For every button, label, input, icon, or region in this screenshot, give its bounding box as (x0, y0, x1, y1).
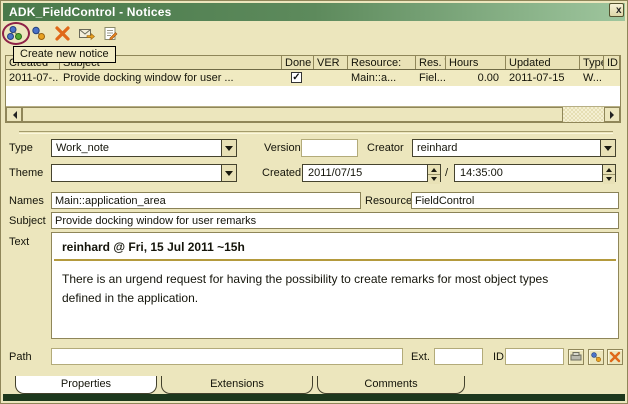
created-date-spinner[interactable]: 2011/07/15 (302, 164, 441, 182)
row-cell-ver (314, 70, 348, 86)
arrow-left-icon (9, 111, 17, 119)
column-header-type[interactable]: Type (580, 56, 604, 69)
version-label: Version (264, 139, 301, 157)
arrow-right-icon (610, 111, 618, 119)
tab-extensions[interactable]: Extensions (161, 376, 313, 394)
type-label: Type (9, 139, 33, 157)
row-cell-created: 2011-07-... (6, 70, 60, 86)
created-label: Created (262, 164, 301, 182)
theme-label: Theme (9, 164, 43, 182)
scrollbar-track[interactable] (563, 107, 604, 122)
row-cell-subject: Provide docking window for user ... (60, 70, 282, 86)
delete-notice-icon (54, 25, 71, 42)
path-clear-button[interactable] (607, 349, 623, 365)
row-cell-updated: 2011-07-15 (506, 70, 580, 86)
title-bar: ADK_FieldControl - Notices (3, 3, 625, 21)
tooltip: Create new notice (13, 46, 116, 63)
delete-notice-button[interactable] (53, 24, 71, 42)
created-time-value: 14:35:00 (455, 167, 602, 179)
new-notice-button[interactable] (5, 24, 23, 42)
link-notice-icon (30, 25, 47, 42)
link-notice-icon (590, 351, 602, 363)
link-notice-button[interactable] (29, 24, 47, 42)
resource-field[interactable] (411, 192, 619, 209)
resource-label: Resource (365, 192, 412, 210)
scroll-right-button[interactable] (604, 107, 620, 122)
spin-up-icon[interactable] (603, 165, 615, 175)
date-time-separator: / (445, 164, 448, 182)
notices-window: ADK_FieldControl - Notices x (0, 0, 628, 404)
open-icon (570, 351, 582, 363)
path-field[interactable] (51, 348, 403, 365)
names-label: Names (9, 192, 44, 210)
created-time-spinner[interactable]: 14:35:00 (454, 164, 616, 182)
mail-notice-icon (78, 25, 95, 42)
path-link-notice-button[interactable] (588, 349, 604, 365)
text-editor[interactable]: reinhard @ Fri, 15 Jul 2011 ~15h There i… (51, 232, 619, 339)
mail-notice-button[interactable] (77, 24, 95, 42)
chevron-down-icon[interactable] (600, 140, 615, 156)
column-header-ver[interactable]: VER (314, 56, 348, 69)
spin-up-icon[interactable] (428, 165, 440, 175)
column-header-updated[interactable]: Updated (506, 56, 580, 69)
version-field[interactable] (301, 139, 358, 157)
new-notice-icon (6, 25, 23, 42)
row-cell-type: W... (580, 70, 604, 86)
delete-icon (609, 351, 621, 363)
theme-combobox[interactable] (51, 164, 237, 182)
chevron-down-icon[interactable] (221, 140, 236, 156)
ext-label: Ext. (411, 348, 430, 366)
creator-label: Creator (367, 139, 404, 157)
creator-value: reinhard (413, 142, 600, 154)
edit-notice-icon (102, 25, 119, 42)
edit-notice-button[interactable] (101, 24, 119, 42)
table-row[interactable]: 2011-07-...Provide docking window for us… (6, 70, 620, 86)
path-label: Path (9, 348, 32, 366)
spin-down-icon[interactable] (428, 175, 440, 184)
names-field[interactable] (51, 192, 361, 209)
ext-field[interactable] (434, 348, 483, 365)
text-label: Text (9, 233, 29, 251)
scrollbar-thumb[interactable] (22, 107, 563, 122)
column-header-done[interactable]: Done (282, 56, 314, 69)
tab-properties[interactable]: Properties (15, 376, 157, 394)
close-button[interactable]: x (609, 3, 624, 17)
id-label: ID (493, 348, 504, 366)
row-cell-resources: Main::a... (348, 70, 416, 86)
type-combobox[interactable]: Work_note (51, 139, 237, 157)
subject-label: Subject (9, 212, 46, 230)
type-value: Work_note (52, 142, 221, 154)
path-open-button[interactable] (568, 349, 584, 365)
scroll-left-button[interactable] (6, 107, 22, 122)
row-cell-res_type: Fiel... (416, 70, 446, 86)
subject-field[interactable] (51, 212, 619, 229)
created-date-value: 2011/07/15 (303, 167, 427, 179)
column-header-hours[interactable]: Hours (446, 56, 506, 69)
text-entry-header: reinhard @ Fri, 15 Jul 2011 ~15h (52, 233, 618, 258)
text-entry-body: There is an urgend request for having th… (52, 270, 592, 307)
column-header-id[interactable]: ID (604, 56, 620, 69)
toolbar (5, 24, 119, 44)
window-bottom-edge (3, 394, 625, 401)
window-title: ADK_FieldControl - Notices (9, 5, 172, 19)
horizontal-scrollbar[interactable] (6, 106, 620, 122)
spin-down-icon[interactable] (603, 175, 615, 184)
chevron-down-icon[interactable] (221, 165, 236, 181)
done-checkbox[interactable]: ✓ (291, 72, 302, 83)
tab-comments[interactable]: Comments (317, 376, 465, 394)
text-rule (54, 259, 616, 261)
column-header-res_type[interactable]: Res. T (416, 56, 446, 69)
notices-table: CreatedSubjectDoneVERResource:Res. THour… (5, 55, 621, 123)
row-cell-done: ✓ (282, 70, 314, 86)
id-field[interactable] (505, 348, 564, 365)
creator-combobox[interactable]: reinhard (412, 139, 616, 157)
column-header-resources[interactable]: Resource: (348, 56, 416, 69)
row-cell-id (604, 70, 620, 86)
separator (19, 131, 613, 134)
row-cell-hours: 0.00 (446, 70, 506, 86)
